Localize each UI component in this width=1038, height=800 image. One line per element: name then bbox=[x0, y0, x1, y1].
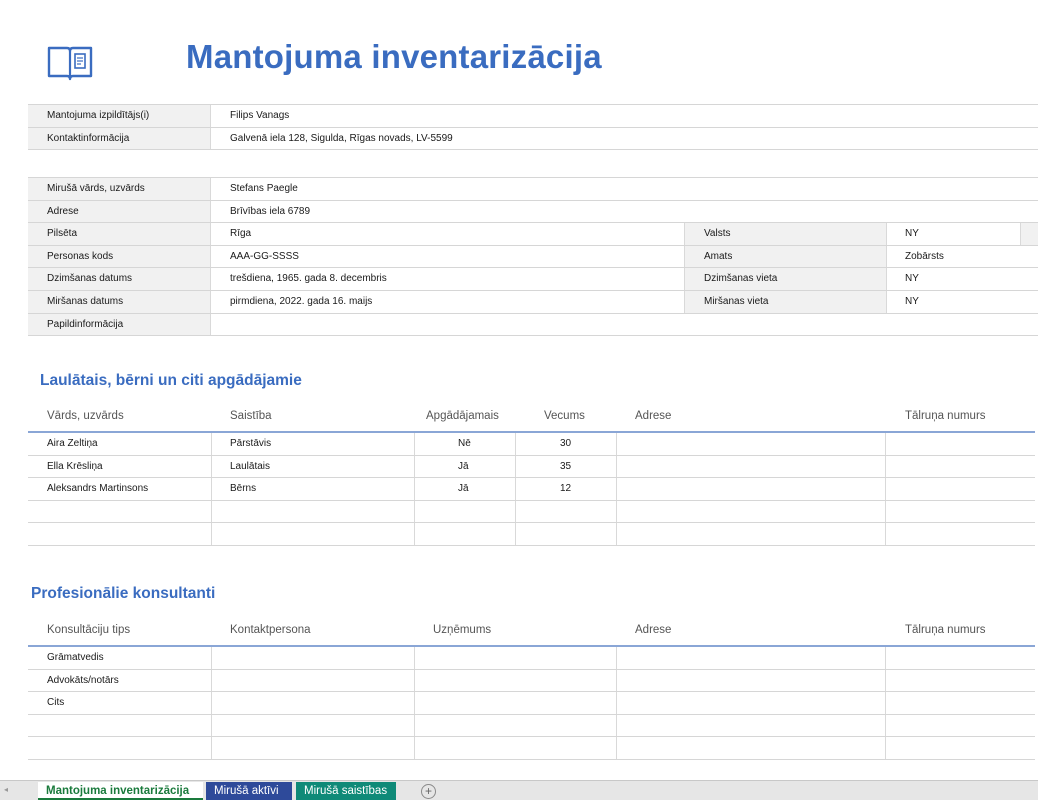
info-label: Personas kods bbox=[28, 245, 211, 268]
open-book-icon bbox=[47, 46, 93, 81]
table-row[interactable]: Ella Krēsliņa Laulātais Jā 35 bbox=[28, 455, 1035, 479]
table-row[interactable] bbox=[28, 523, 1035, 546]
column-header: Tālruņa numurs bbox=[905, 624, 986, 636]
info-row: Papildinformācija bbox=[28, 313, 1038, 337]
dependents-section-title: Laulātais, bērni un citi apgādājamie bbox=[40, 372, 302, 389]
cell-dependent: Jā bbox=[458, 460, 469, 472]
cell-dependent: Jā bbox=[458, 483, 469, 495]
info-row: Dzimšanas datums trešdiena, 1965. gada 8… bbox=[28, 268, 1038, 291]
info-label: Miršanas datums bbox=[28, 290, 211, 313]
table-row[interactable] bbox=[28, 737, 1035, 760]
page-title: Mantojuma inventarizācija bbox=[186, 38, 602, 75]
cell-advisor-type: Advokāts/notārs bbox=[47, 674, 119, 686]
info-label: Dzimšanas datums bbox=[28, 268, 211, 290]
tab-deceased-liabilities[interactable]: Mirušā saistības bbox=[296, 782, 396, 800]
dependents-table: Vārds, uzvārds Saistība Apgādājamais Vec… bbox=[28, 405, 1035, 546]
column-header: Saistība bbox=[230, 410, 272, 422]
info-value[interactable]: AAA-GG-SSSS bbox=[211, 246, 299, 268]
info-value[interactable]: Galvenā iela 128, Sigulda, Rīgas novads,… bbox=[211, 128, 453, 150]
info-label: Kontaktinformācija bbox=[28, 127, 211, 150]
deceased-info: Mirušā vārds, uzvārds Stefans Paegle Adr… bbox=[28, 177, 1038, 337]
cell-age: 30 bbox=[560, 438, 572, 449]
info-row: Kontaktinformācija Galvenā iela 128, Sig… bbox=[28, 127, 1038, 151]
cell-relation: Laulātais bbox=[230, 460, 271, 472]
table-row[interactable]: Aira Zeltiņa Pārstāvis Nē 30 bbox=[28, 433, 1035, 456]
info-label-secondary: Valsts bbox=[684, 223, 887, 245]
info-value[interactable]: pirmdiena, 2022. gada 16. maijs bbox=[211, 291, 372, 313]
info-label: Mirušā vārds, uzvārds bbox=[28, 178, 211, 200]
cell-advisor-type: Cits bbox=[47, 697, 65, 709]
tab-estate-inventory[interactable]: Mantojuma inventarizācija bbox=[38, 782, 203, 800]
table-row[interactable] bbox=[28, 500, 1035, 524]
info-value-secondary[interactable]: NY bbox=[887, 268, 1020, 290]
column-header: Vecums bbox=[544, 410, 585, 422]
column-header: Vārds, uzvārds bbox=[47, 410, 124, 422]
cell-age: 12 bbox=[560, 483, 572, 495]
table-row[interactable]: Advokāts/notārs bbox=[28, 669, 1035, 693]
info-value-secondary[interactable]: NY bbox=[887, 223, 1020, 245]
cell-relation: Bērns bbox=[230, 483, 257, 495]
cell-dependent: Nē bbox=[458, 438, 471, 449]
info-label: Adrese bbox=[28, 200, 211, 223]
info-value-secondary[interactable]: Zobārsts bbox=[887, 246, 1020, 268]
info-row: Mirušā vārds, uzvārds Stefans Paegle bbox=[28, 178, 1038, 201]
plus-circle-icon[interactable]: + bbox=[421, 784, 436, 799]
info-row: Mantojuma izpildītājs(i) Filips Vanags bbox=[28, 105, 1038, 128]
advisors-section-title: Profesionālie konsultanti bbox=[31, 585, 216, 602]
table-row[interactable]: Aleksandrs Martinsons Bērns Jā 12 bbox=[28, 478, 1035, 501]
info-label-secondary: Dzimšanas vieta bbox=[684, 268, 887, 290]
info-value[interactable]: Filips Vanags bbox=[211, 105, 289, 127]
header: Mantojuma inventarizācija bbox=[0, 0, 1038, 100]
executor-info: Mantojuma izpildītājs(i) Filips Vanags K… bbox=[28, 104, 1038, 151]
info-label: Papildinformācija bbox=[28, 313, 211, 336]
column-header: Apgādājamais bbox=[426, 410, 499, 422]
table-header: Vārds, uzvārds Saistība Apgādājamais Vec… bbox=[28, 405, 1035, 433]
sheet-tab-bar: ◂ Mantojuma inventarizācija Mirušā aktīv… bbox=[0, 780, 1038, 800]
info-value-secondary[interactable]: NY bbox=[887, 291, 1020, 313]
column-header: Tālruņa numurs bbox=[905, 410, 986, 422]
info-label-secondary: Amats bbox=[684, 245, 887, 268]
cell-advisor-type: Grāmatvedis bbox=[47, 652, 104, 663]
table-header: Konsultāciju tips Kontaktpersona Uzņēmum… bbox=[28, 619, 1035, 647]
cell-name: Aira Zeltiņa bbox=[47, 438, 98, 449]
info-row: Miršanas datums pirmdiena, 2022. gada 16… bbox=[28, 290, 1038, 314]
scroll-left-icon[interactable]: ◂ bbox=[4, 785, 8, 794]
table-row[interactable]: Grāmatvedis bbox=[28, 647, 1035, 670]
info-row: Adrese Brīvības iela 6789 bbox=[28, 200, 1038, 224]
column-header: Kontaktpersona bbox=[230, 624, 311, 636]
table-row[interactable] bbox=[28, 714, 1035, 738]
cell-name: Ella Krēsliņa bbox=[47, 460, 103, 472]
info-value[interactable]: Stefans Paegle bbox=[211, 178, 298, 200]
column-header: Adrese bbox=[635, 624, 672, 636]
column-header: Konsultāciju tips bbox=[47, 624, 131, 636]
info-value[interactable] bbox=[211, 314, 230, 336]
tab-deceased-assets[interactable]: Mirušā aktīvi bbox=[206, 782, 292, 800]
info-label-secondary: Miršanas vieta bbox=[684, 290, 887, 313]
info-row: Personas kods AAA-GG-SSSS Amats Zobārsts bbox=[28, 245, 1038, 269]
cell-divider bbox=[1020, 223, 1038, 245]
info-label: Pilsēta bbox=[28, 223, 211, 245]
column-header: Adrese bbox=[635, 410, 672, 422]
info-row: Pilsēta Rīga Valsts NY bbox=[28, 223, 1038, 246]
cell-relation: Pārstāvis bbox=[230, 438, 272, 449]
info-value[interactable]: Brīvības iela 6789 bbox=[211, 201, 310, 223]
advisors-table: Konsultāciju tips Kontaktpersona Uzņēmum… bbox=[28, 619, 1035, 760]
cell-name: Aleksandrs Martinsons bbox=[47, 483, 149, 495]
cell-age: 35 bbox=[560, 460, 572, 472]
info-value[interactable]: Rīga bbox=[211, 223, 251, 245]
table-row[interactable]: Cits bbox=[28, 692, 1035, 715]
info-value[interactable]: trešdiena, 1965. gada 8. decembris bbox=[211, 268, 387, 290]
column-header: Uzņēmums bbox=[433, 624, 492, 636]
info-label: Mantojuma izpildītājs(i) bbox=[28, 105, 211, 127]
